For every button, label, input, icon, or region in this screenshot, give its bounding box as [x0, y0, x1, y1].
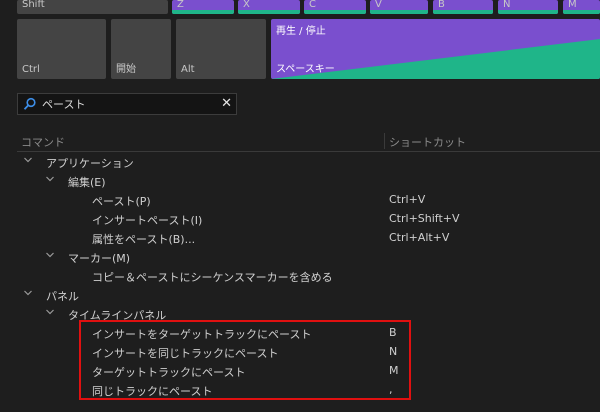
key-x-label: X [243, 0, 250, 10]
search-input[interactable] [42, 95, 212, 113]
shortcut-strip [238, 10, 300, 14]
key-n-label: N [503, 0, 511, 10]
key-z-label: Z [177, 0, 184, 10]
key-ctrl[interactable]: Ctrl [17, 19, 106, 79]
shortcut-value[interactable]: Ctrl+Alt+V [389, 231, 449, 244]
chevron-down-icon[interactable] [23, 288, 33, 298]
chevron-down-icon[interactable] [45, 307, 55, 317]
chevron-down-icon[interactable] [45, 174, 55, 184]
close-icon[interactable]: ✕ [221, 96, 232, 111]
tree-row-edit[interactable]: 編集(E) [0, 171, 600, 190]
search-icon [23, 97, 36, 110]
row-label: マーカー(M) [68, 252, 131, 265]
shortcut-value[interactable]: Ctrl+Shift+V [389, 212, 460, 225]
key-alt-label: Alt [181, 64, 195, 75]
chevron-down-icon[interactable] [23, 155, 33, 165]
shortcut-strip [304, 10, 366, 14]
table-row[interactable]: ペースト(P) Ctrl+V [0, 190, 600, 209]
shortcut-strip [433, 10, 493, 14]
shortcut-strip [172, 10, 234, 14]
key-shift[interactable]: Shift [17, 0, 168, 14]
key-home[interactable]: 開始 [111, 19, 171, 79]
space-key-label: スペースキー [276, 64, 335, 75]
key-home-label: 開始 [116, 64, 136, 75]
row-label: パネル [46, 290, 79, 303]
table-row[interactable]: 属性をペースト(B)... Ctrl+Alt+V [0, 228, 600, 247]
key-b-label: B [438, 0, 445, 10]
key-ctrl-label: Ctrl [22, 64, 40, 75]
column-header-shortcut: ショートカット [389, 136, 466, 149]
key-c-label: C [309, 0, 316, 10]
shortcut-strip [370, 10, 428, 14]
shortcut-strip [563, 10, 600, 14]
chevron-down-icon[interactable] [45, 250, 55, 260]
key-shift-label: Shift [22, 0, 45, 10]
key-z[interactable]: Z [172, 0, 234, 14]
command-label: ペースト(P) [92, 195, 151, 208]
column-header-command: コマンド [21, 136, 65, 149]
table-row[interactable]: インサートペースト(I) Ctrl+Shift+V [0, 209, 600, 228]
command-label: インサートペースト(I) [92, 214, 203, 227]
table-header: コマンド ショートカット [0, 130, 600, 152]
table-row[interactable]: コピー＆ペーストにシーケンスマーカーを含める [0, 266, 600, 285]
tree-row-marker[interactable]: マーカー(M) [0, 247, 600, 266]
key-m[interactable]: M [563, 0, 600, 14]
highlight-box [79, 320, 411, 400]
shortcut-strip [498, 10, 558, 14]
space-key-command: 再生 / 停止 [276, 26, 326, 37]
key-c[interactable]: C [304, 0, 366, 14]
row-label: 編集(E) [68, 176, 106, 189]
tree-row-panel[interactable]: パネル [0, 285, 600, 304]
shortcut-value[interactable]: Ctrl+V [389, 193, 425, 206]
key-x[interactable]: X [238, 0, 300, 14]
key-alt[interactable]: Alt [176, 19, 266, 79]
column-divider [384, 133, 385, 149]
tree-row-application[interactable]: アプリケーション [0, 152, 600, 171]
key-n[interactable]: N [498, 0, 558, 14]
key-space[interactable]: 再生 / 停止 スペースキー [271, 19, 600, 79]
key-m-label: M [568, 0, 577, 10]
search-box: ✕ [17, 93, 237, 115]
key-b[interactable]: B [433, 0, 493, 14]
row-label: アプリケーション [46, 157, 134, 170]
command-label: 属性をペースト(B)... [92, 233, 196, 246]
key-v[interactable]: V [370, 0, 428, 14]
command-label: コピー＆ペーストにシーケンスマーカーを含める [92, 271, 333, 284]
key-v-label: V [375, 0, 382, 10]
